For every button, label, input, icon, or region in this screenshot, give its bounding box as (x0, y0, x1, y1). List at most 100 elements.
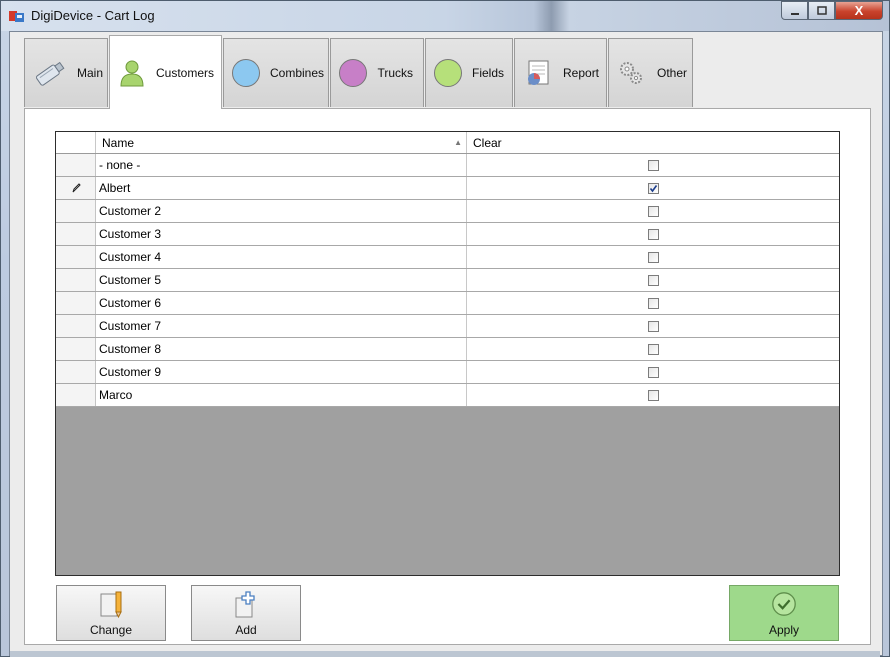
table-row[interactable]: Marco (56, 384, 839, 407)
row-selector[interactable] (56, 246, 96, 268)
clear-cell (467, 384, 839, 406)
table-row[interactable]: Albert (56, 177, 839, 200)
customer-name-cell[interactable]: Customer 5 (96, 269, 467, 291)
gears-icon (617, 56, 647, 90)
clear-checkbox[interactable] (647, 228, 659, 240)
app-icon (9, 11, 24, 22)
clear-checkbox[interactable] (647, 159, 659, 171)
tab-trucks[interactable]: Trucks (330, 38, 424, 107)
clear-cell (467, 338, 839, 360)
customer-name: Customer 8 (99, 342, 162, 356)
customer-name-cell[interactable]: Customer 8 (96, 338, 467, 360)
usb-drive-icon (33, 56, 67, 90)
clear-cell (467, 246, 839, 268)
window-title: DigiDevice - Cart Log (31, 8, 155, 23)
customer-name: Customer 9 (99, 365, 162, 379)
clear-checkbox[interactable] (647, 320, 659, 332)
clear-cell (467, 154, 839, 176)
name-column-header[interactable]: Name ▲ (96, 132, 467, 153)
table-row[interactable]: Customer 9 (56, 361, 839, 384)
clear-column-header[interactable]: Clear (467, 132, 839, 153)
apply-button[interactable]: Apply (729, 585, 839, 641)
tab-fields[interactable]: Fields (425, 38, 513, 107)
table-row[interactable]: Customer 8 (56, 338, 839, 361)
status-bar (10, 651, 880, 657)
add-button[interactable]: Add (191, 585, 301, 641)
customer-name-cell[interactable]: Marco (96, 384, 467, 406)
customer-name: Customer 7 (99, 319, 162, 333)
clear-checkbox[interactable] (647, 343, 659, 355)
row-selector[interactable] (56, 361, 96, 383)
row-selector[interactable] (56, 200, 96, 222)
tab-strip: Main Customers Combines Trucks Fields Re… (24, 35, 694, 110)
clear-checkbox[interactable] (647, 251, 659, 263)
table-row[interactable]: Customer 6 (56, 292, 839, 315)
clear-checkbox[interactable] (647, 297, 659, 309)
table-row[interactable]: Customer 4 (56, 246, 839, 269)
tab-main[interactable]: Main (24, 38, 108, 107)
change-button[interactable]: Change (56, 585, 166, 641)
minimize-button[interactable] (781, 1, 808, 20)
row-selector[interactable] (56, 315, 96, 337)
row-selector[interactable] (56, 154, 96, 176)
table-row[interactable]: Customer 7 (56, 315, 839, 338)
clear-cell (467, 361, 839, 383)
close-icon: X (854, 3, 864, 18)
tab-report[interactable]: Report (514, 38, 607, 107)
minimize-icon (790, 12, 799, 15)
tab-combines[interactable]: Combines (223, 38, 329, 107)
customer-name: Customer 5 (99, 273, 162, 287)
row-selector[interactable] (56, 223, 96, 245)
clear-cell (467, 200, 839, 222)
title-bar[interactable]: DigiDevice - Cart Log X (1, 1, 889, 31)
app-window: DigiDevice - Cart Log X Main Customers C… (0, 0, 890, 657)
tab-report-label: Report (563, 66, 600, 80)
row-selector-header[interactable] (56, 132, 96, 153)
purple-circle-icon (339, 56, 368, 90)
table-row[interactable]: Customer 5 (56, 269, 839, 292)
clear-column-label: Clear (473, 135, 502, 150)
clear-cell (467, 177, 839, 199)
clear-cell (467, 269, 839, 291)
tab-combines-label: Combines (270, 66, 325, 80)
apply-button-label: Apply (768, 623, 800, 637)
customers-grid: Name ▲ Clear - none - Albert Customer 2 Cus… (55, 131, 840, 576)
edit-pencil-icon (97, 589, 125, 619)
maximize-button[interactable] (808, 1, 835, 20)
customer-name-cell[interactable]: - none - (96, 154, 467, 176)
table-row[interactable]: Customer 2 (56, 200, 839, 223)
tab-other-label: Other (657, 66, 688, 80)
row-selector[interactable] (56, 292, 96, 314)
clear-checkbox[interactable] (647, 274, 659, 286)
tab-trucks-label: Trucks (377, 66, 413, 80)
edit-row-pencil-icon (72, 183, 81, 193)
blue-circle-icon (232, 56, 260, 90)
name-column-label: Name (102, 135, 135, 150)
clear-checkbox[interactable] (647, 389, 659, 401)
report-icon (523, 56, 553, 90)
clear-checkbox[interactable] (647, 205, 659, 217)
customer-name-cell[interactable]: Customer 3 (96, 223, 467, 245)
customer-name-cell[interactable]: Customer 6 (96, 292, 467, 314)
maximize-icon (816, 5, 827, 15)
row-selector[interactable] (56, 384, 96, 406)
client-area: Main Customers Combines Trucks Fields Re… (9, 31, 883, 656)
customer-name-cell[interactable]: Customer 7 (96, 315, 467, 337)
customer-name: - none - (99, 158, 141, 172)
close-button[interactable]: X (835, 1, 883, 20)
customer-name-cell[interactable]: Albert (96, 177, 467, 199)
row-selector[interactable] (56, 177, 96, 199)
row-selector[interactable] (56, 338, 96, 360)
customer-name: Customer 3 (99, 227, 162, 241)
grid-rows: - none - Albert Customer 2 Customer 3 Custom… (56, 154, 839, 407)
tab-other[interactable]: Other (608, 38, 693, 107)
row-selector[interactable] (56, 269, 96, 291)
customer-name-cell[interactable]: Customer 4 (96, 246, 467, 268)
table-row[interactable]: - none - (56, 154, 839, 177)
customer-name-cell[interactable]: Customer 9 (96, 361, 467, 383)
clear-checkbox[interactable] (647, 182, 659, 194)
table-row[interactable]: Customer 3 (56, 223, 839, 246)
customer-name-cell[interactable]: Customer 2 (96, 200, 467, 222)
tab-customers[interactable]: Customers (109, 35, 222, 109)
clear-checkbox[interactable] (647, 366, 659, 378)
